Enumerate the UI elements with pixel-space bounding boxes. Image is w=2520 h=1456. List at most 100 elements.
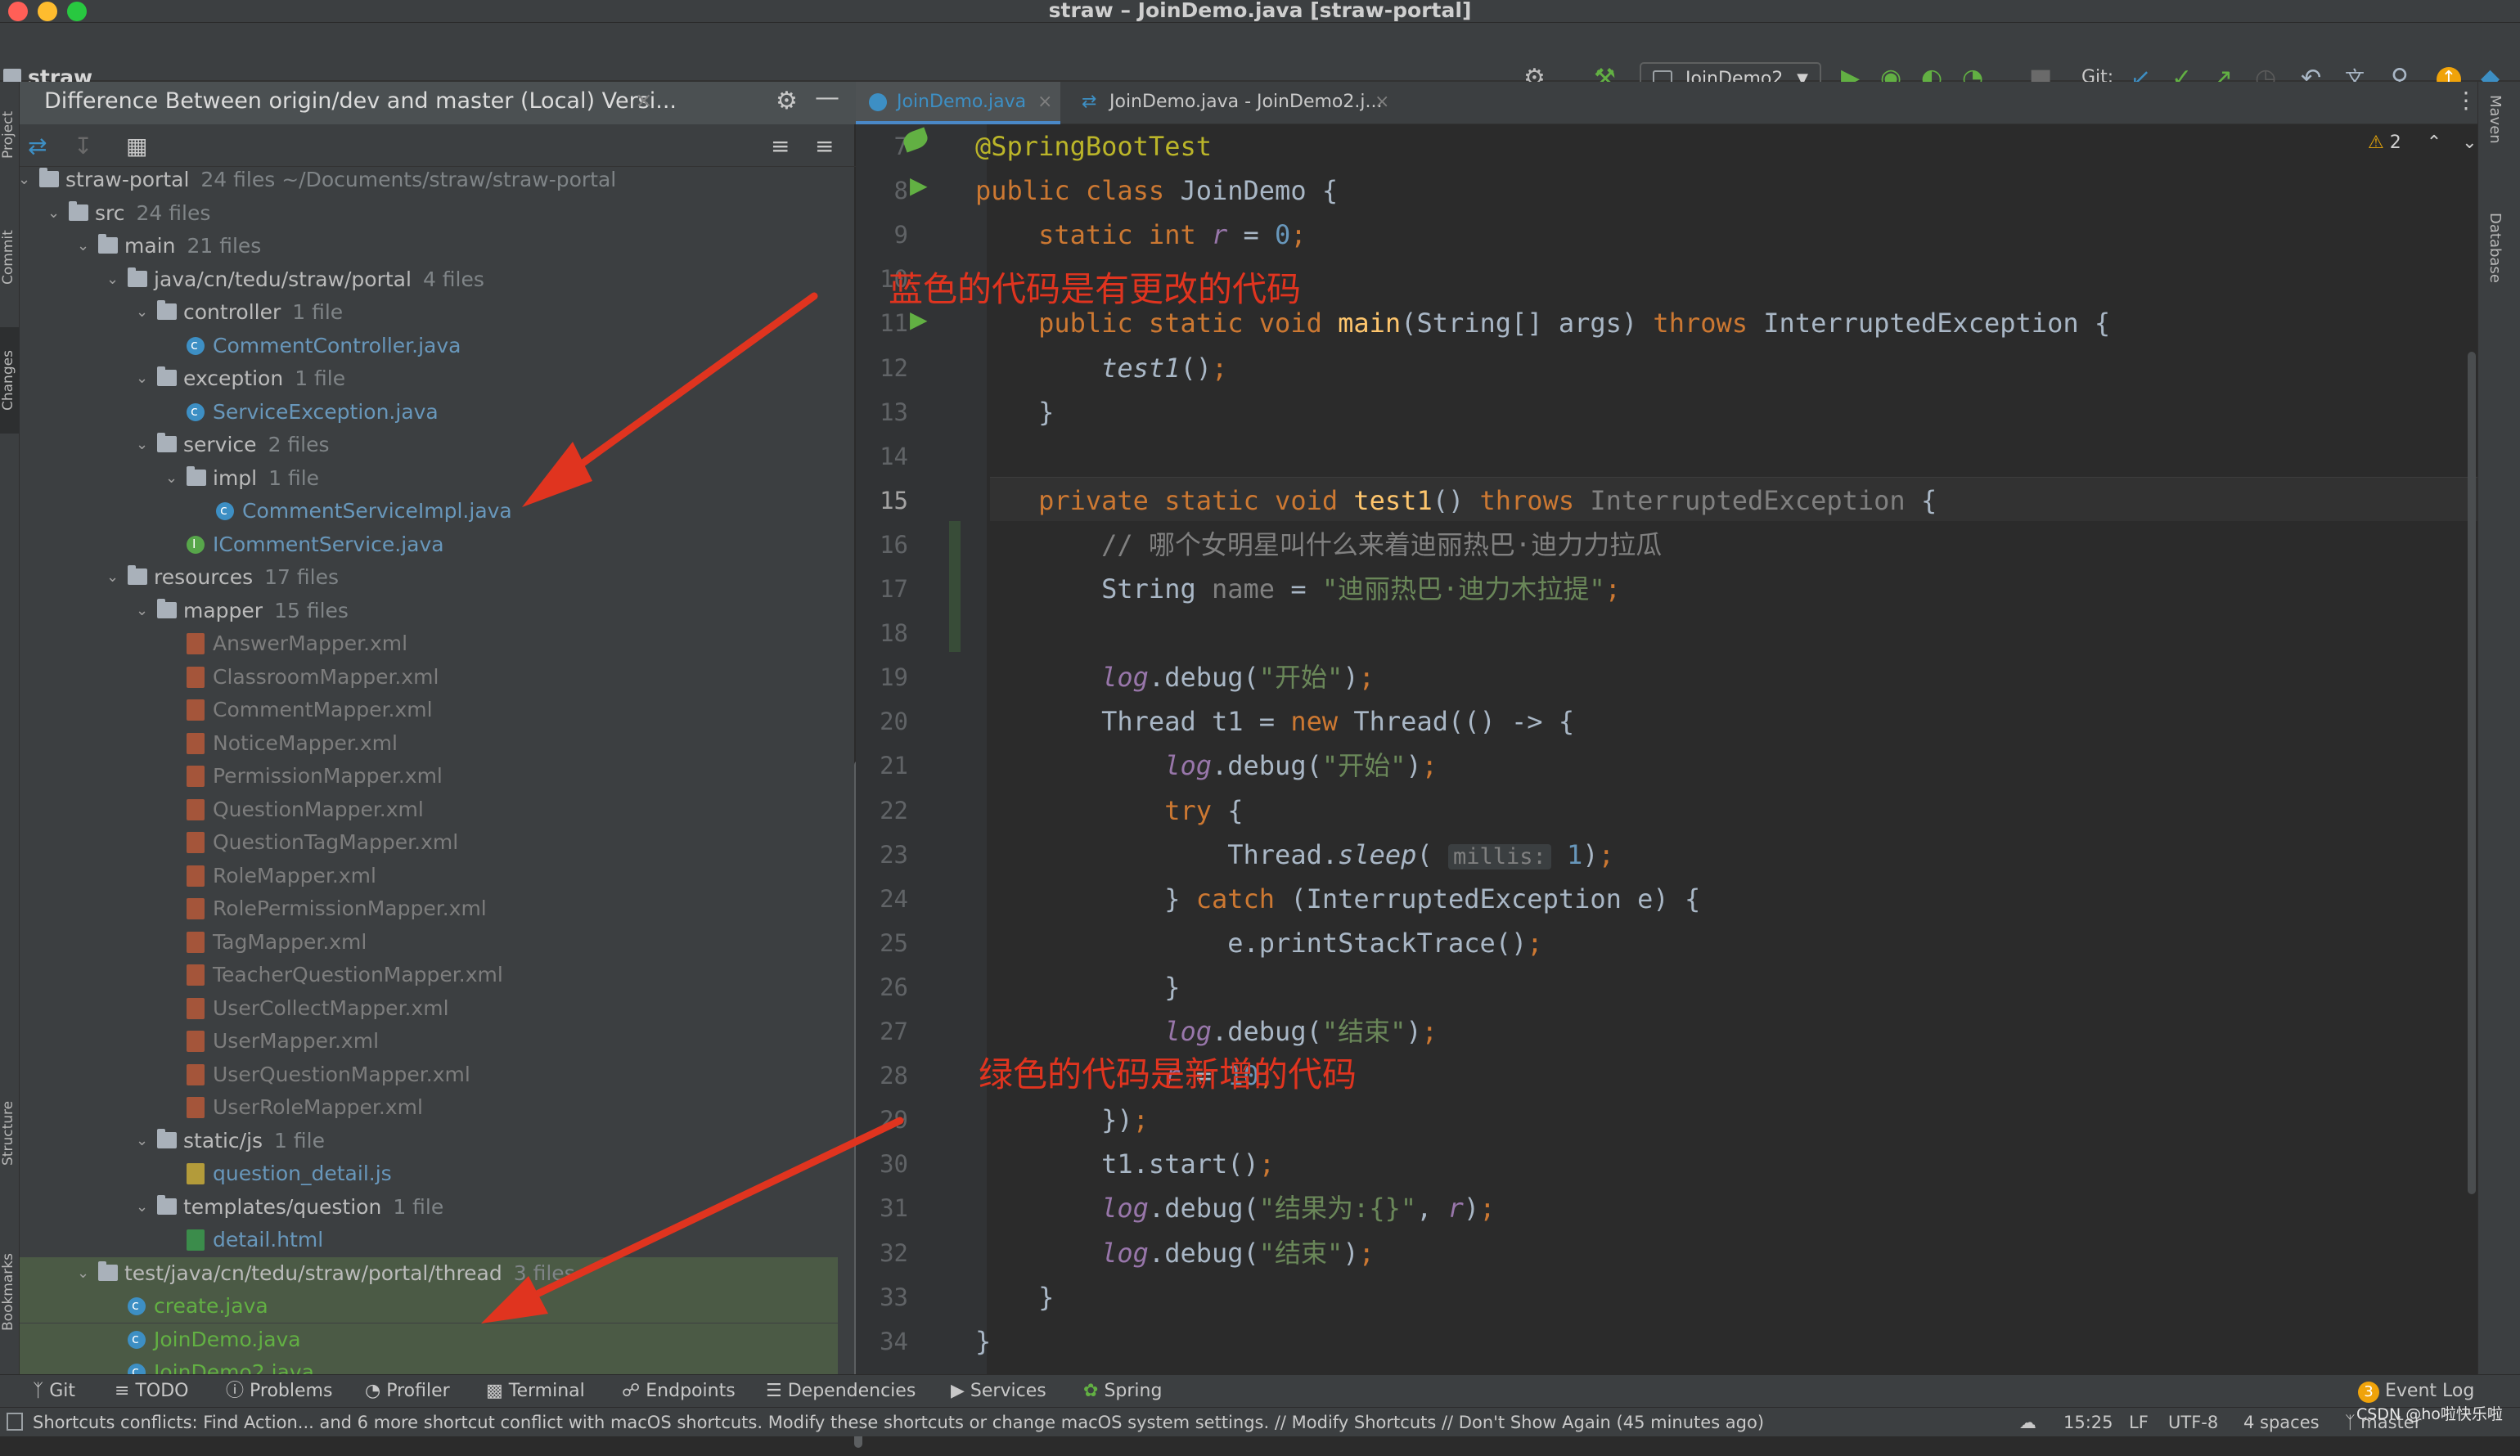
tree-row[interactable]: detail.html xyxy=(20,1224,838,1256)
file-encoding[interactable]: UTF-8 xyxy=(2168,1408,2218,1437)
tree-row[interactable]: ⌄ service 2 files xyxy=(20,429,838,461)
code-line[interactable]: Thread t1 = new Thread(() -> { xyxy=(975,699,1574,744)
editor-scrollbar[interactable] xyxy=(2468,352,2476,1194)
tree-row[interactable]: UserRoleMapper.xml xyxy=(20,1091,838,1124)
run-class-icon[interactable]: ▶ xyxy=(910,172,928,199)
tree-row[interactable]: ⌄ templates/question 1 file xyxy=(20,1191,838,1224)
status-message[interactable]: Shortcuts conflicts: Find Action... and … xyxy=(33,1408,1764,1437)
chevron-down-icon[interactable]: ⌄ xyxy=(136,296,148,329)
warnings-indicator[interactable]: ⚠ 2 ⌃ ⌄ xyxy=(2368,133,2477,153)
tree-row[interactable]: ⌄ controller 1 file xyxy=(20,296,838,329)
chevron-down-icon[interactable]: ⌄ xyxy=(165,462,178,495)
tree-row[interactable]: ServiceException.java xyxy=(20,395,838,429)
tree-row[interactable]: UserMapper.xml xyxy=(20,1025,838,1058)
maven-tool-tab[interactable]: Maven xyxy=(2486,95,2504,144)
group-by-icon[interactable]: ▦ xyxy=(126,133,147,160)
editor-tab-diff[interactable]: ⇄ JoinDemo.java - JoinDemo2.j... × xyxy=(1069,82,1396,124)
tree-row[interactable]: ⌄ java/cn/tedu/straw/portal 4 files xyxy=(20,263,838,296)
chevron-down-icon[interactable]: ⌄ xyxy=(18,164,30,196)
tree-row[interactable]: question_detail.js xyxy=(20,1157,838,1190)
code-line[interactable]: test1(); xyxy=(975,346,1227,390)
tree-row[interactable]: RoleMapper.xml xyxy=(20,860,838,892)
tree-row[interactable]: UserCollectMapper.xml xyxy=(20,992,838,1025)
compare-icon[interactable]: ⇄ xyxy=(28,133,47,160)
database-tool-tab[interactable]: Database xyxy=(2486,213,2504,283)
structure-tool-tab[interactable]: Structure xyxy=(0,1080,20,1186)
code-line[interactable]: String name = "迪丽热巴·迪力木拉提"; xyxy=(975,567,1621,611)
chevron-up-icon[interactable]: ⌃ xyxy=(2427,133,2441,153)
caret-position[interactable]: 15:25 xyxy=(2063,1408,2113,1437)
tree-row[interactable]: RolePermissionMapper.xml xyxy=(20,892,838,925)
profiler-tool-tab[interactable]: ◔ Profiler xyxy=(365,1375,450,1408)
line-separator[interactable]: LF xyxy=(2129,1408,2149,1437)
chevron-down-icon[interactable]: ⌄ xyxy=(136,595,148,627)
tree-row[interactable]: UserQuestionMapper.xml xyxy=(20,1058,838,1091)
chevron-down-icon[interactable]: ⌄ xyxy=(106,263,119,296)
chevron-down-icon[interactable]: ⌄ xyxy=(2462,133,2477,153)
chevron-down-icon[interactable]: ⌄ xyxy=(136,1125,148,1157)
code-line[interactable]: } xyxy=(975,1275,1054,1319)
tree-row[interactable]: QuestionTagMapper.xml xyxy=(20,826,838,859)
code-line[interactable]: log.debug("开始"); xyxy=(975,655,1375,699)
close-tab-icon[interactable]: × xyxy=(1037,82,1052,123)
chevron-down-icon[interactable]: ⌄ xyxy=(136,1191,148,1224)
chevron-down-icon[interactable]: ⌄ xyxy=(136,429,148,461)
tree-row[interactable]: TagMapper.xml xyxy=(20,926,838,959)
endpoints-tool-tab[interactable]: ☍ Endpoints xyxy=(622,1375,736,1408)
editor-tab-joindemo[interactable]: JoinDemo.java × xyxy=(856,82,1060,124)
tree-row[interactable]: QuestionMapper.xml xyxy=(20,793,838,826)
chevron-down-icon[interactable]: ⌄ xyxy=(106,561,119,594)
minimize-panel-icon[interactable]: — xyxy=(815,83,839,112)
tree-row[interactable]: ⌄ exception 1 file xyxy=(20,362,838,395)
code-line[interactable]: }); xyxy=(975,1098,1149,1142)
tree-row[interactable]: ⌄ main 21 files xyxy=(20,230,838,263)
code-line[interactable]: log.debug("结束"); xyxy=(975,1231,1375,1275)
code-line[interactable]: } xyxy=(975,965,1180,1009)
code-line[interactable]: @SpringBootTest xyxy=(975,124,1212,169)
tree-row[interactable]: CommentServiceImpl.java xyxy=(20,494,838,528)
tree-row[interactable]: ⌄ test/java/cn/tedu/straw/portal/thread 3 … xyxy=(20,1256,838,1290)
close-tab-icon[interactable]: × xyxy=(1375,82,1389,123)
chevron-down-icon[interactable]: ⌄ xyxy=(77,230,89,263)
download-icon[interactable]: ↧ xyxy=(74,133,92,160)
code-line[interactable]: // 哪个女明星叫什么来着迪丽热巴·迪力力拉瓜 xyxy=(975,523,1662,567)
code-line[interactable]: } catch (InterruptedException e) { xyxy=(975,877,1700,921)
close-tab-icon[interactable]: × xyxy=(635,88,653,113)
changes-tool-tab[interactable]: Changes xyxy=(0,327,20,434)
tree-row[interactable]: ⌄ mapper 15 files xyxy=(20,595,838,627)
tree-row[interactable]: ICommentService.java xyxy=(20,528,838,561)
tree-row[interactable]: NoticeMapper.xml xyxy=(20,727,838,760)
code-line[interactable]: e.printStackTrace(); xyxy=(975,921,1542,965)
tree-row[interactable]: CommentMapper.xml xyxy=(20,694,838,726)
tree-row[interactable]: AnswerMapper.xml xyxy=(20,627,838,660)
spring-tool-tab[interactable]: ✿ Spring xyxy=(1083,1375,1162,1408)
todo-tool-tab[interactable]: ≡ TODO xyxy=(115,1375,188,1408)
code-line[interactable]: t1.start(); xyxy=(975,1142,1275,1186)
commit-tool-tab[interactable]: Commit xyxy=(0,213,20,303)
chevron-down-icon[interactable]: ⌄ xyxy=(77,1257,89,1290)
code-line[interactable]: static int r = 0; xyxy=(975,213,1307,257)
indent-setting[interactable]: 4 spaces xyxy=(2243,1408,2320,1437)
chevron-down-icon[interactable]: ⌄ xyxy=(136,362,148,395)
bookmarks-tool-tab[interactable]: Bookmarks xyxy=(0,1227,20,1358)
more-tabs-icon[interactable]: ⋮ xyxy=(2455,87,2477,114)
gear-icon[interactable]: ⚙ xyxy=(776,87,798,115)
tree-row[interactable]: ⌄ static/js 1 file xyxy=(20,1125,838,1157)
code-line[interactable]: log.debug("开始"); xyxy=(975,744,1438,788)
project-tool-tab[interactable]: Project xyxy=(0,90,20,180)
services-tool-tab[interactable]: ▶ Services xyxy=(951,1375,1046,1408)
code-line[interactable]: log.debug("结果为:{}", r); xyxy=(975,1186,1495,1230)
code-line[interactable]: } xyxy=(975,1319,991,1364)
tree-row[interactable]: ClassroomMapper.xml xyxy=(20,661,838,694)
tree-row[interactable]: TeacherQuestionMapper.xml xyxy=(20,959,838,991)
git-tool-tab[interactable]: ᛉ Git xyxy=(33,1375,75,1408)
tree-row[interactable]: PermissionMapper.xml xyxy=(20,760,838,793)
tree-row[interactable]: ⌄ src 24 files xyxy=(20,197,838,230)
code-line[interactable]: Thread.sleep( millis: 1); xyxy=(975,833,1614,877)
tree-row[interactable]: CommentController.java xyxy=(20,329,838,362)
tree-row[interactable]: ⌄ straw-portal 24 files ~/Documents/straw/… xyxy=(18,164,838,196)
code-line[interactable]: } xyxy=(975,390,1054,434)
code-line[interactable]: public class JoinDemo { xyxy=(975,169,1338,213)
tree-row[interactable]: ⌄ resources 17 files xyxy=(20,561,838,594)
chevron-down-icon[interactable]: ⌄ xyxy=(47,197,60,230)
